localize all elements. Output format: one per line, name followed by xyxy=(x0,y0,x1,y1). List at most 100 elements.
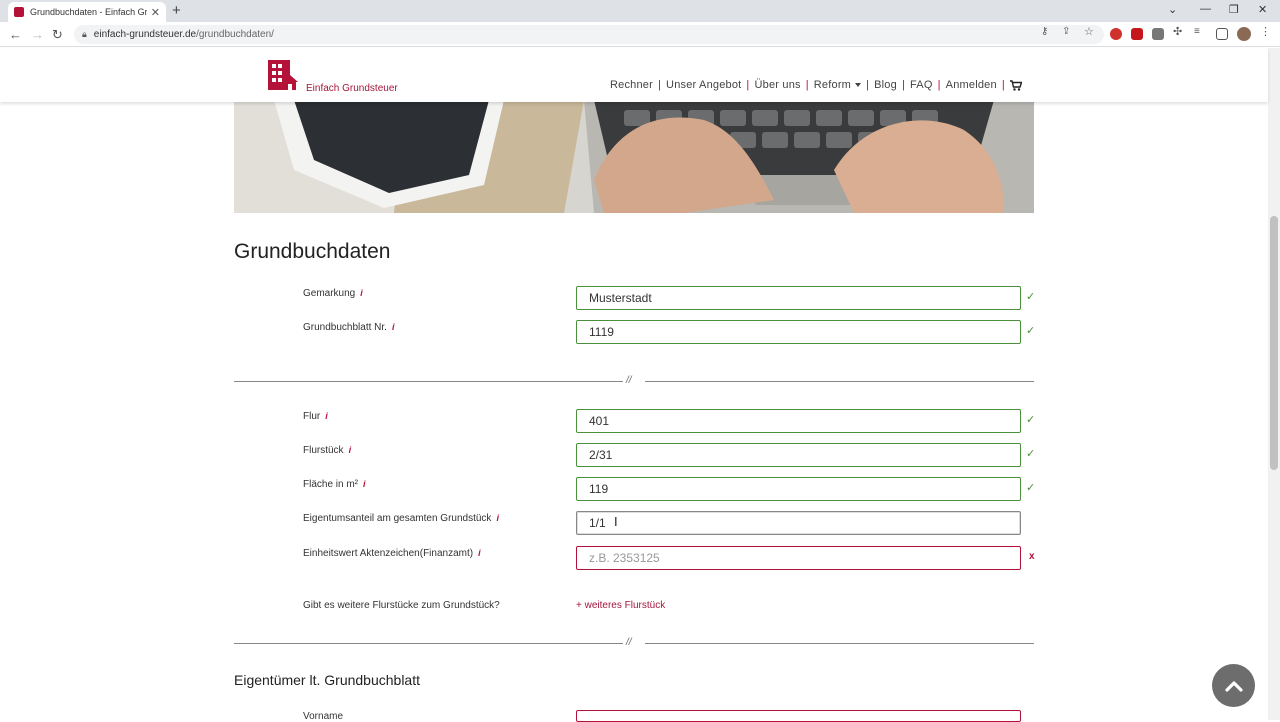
nav-separator: | xyxy=(746,79,750,91)
nav-unser-angebot[interactable]: Unser Angebot xyxy=(666,79,741,91)
hero-image xyxy=(234,100,1034,213)
url-path: /grundbuchdaten/ xyxy=(196,29,274,40)
nav-anmelden[interactable]: Anmelden xyxy=(946,79,997,91)
nav-blog[interactable]: Blog xyxy=(874,79,897,91)
gemarkung-label: Gemarkung i xyxy=(303,288,363,299)
tab-title: Grundbuchdaten - Einfach Grund xyxy=(30,7,147,17)
chevron-up-icon xyxy=(1224,680,1243,692)
valid-check-icon: ✓ xyxy=(1026,291,1036,303)
url-host: einfach-grundsteuer.de xyxy=(93,29,197,40)
logo-building-icon[interactable] xyxy=(268,60,298,93)
more-flurstuecke-question: Gibt es weitere Flurstücke zum Grundstüc… xyxy=(303,600,500,611)
text-cursor-icon: I xyxy=(614,514,618,529)
restore-icon[interactable]: ❐ xyxy=(1229,3,1239,16)
grundbuchblatt-label-text: Grundbuchblatt Nr. xyxy=(303,322,387,333)
vorname-label: Vorname xyxy=(303,711,344,722)
bookmark-star-icon[interactable]: ☆ xyxy=(1084,25,1096,38)
eigentumsanteil-label: Eigentumsanteil am gesamten Grundstück i xyxy=(303,513,499,524)
flurstueck-label: Flurstück i xyxy=(303,445,351,456)
browser-tabbar: Grundbuchdaten - Einfach Grund ✕ + ⌄ — ❐… xyxy=(0,0,1280,22)
valid-check-icon: ✓ xyxy=(1026,448,1036,460)
valid-check-icon: ✓ xyxy=(1026,482,1036,494)
nav-rechner[interactable]: Rechner xyxy=(610,79,653,91)
close-tab-icon[interactable]: ✕ xyxy=(151,6,160,19)
new-tab-icon[interactable]: + xyxy=(172,2,181,19)
info-icon[interactable]: i xyxy=(496,513,499,523)
info-icon[interactable]: i xyxy=(363,479,366,489)
menu-dots-icon[interactable]: ⋮ xyxy=(1260,25,1272,38)
minimize-icon[interactable]: — xyxy=(1200,3,1211,15)
nav-separator: | xyxy=(937,79,941,91)
flur-input[interactable] xyxy=(576,409,1021,433)
eigentumsanteil-label-text: Eigentumsanteil am gesamten Grundstück xyxy=(303,513,492,524)
nav-separator: | xyxy=(901,79,905,91)
section-divider: // xyxy=(234,637,1034,648)
close-window-icon[interactable]: ✕ xyxy=(1258,3,1267,16)
divider-mark: // xyxy=(626,375,632,386)
info-icon[interactable]: i xyxy=(349,445,352,455)
profile-avatar[interactable] xyxy=(1237,27,1251,41)
divider-line xyxy=(645,381,1034,382)
grundbuchblatt-label: Grundbuchblatt Nr. i xyxy=(303,322,394,333)
site-header: Einfach Grundsteuer Rechner | Unser Angeb… xyxy=(0,48,1268,102)
einheitswert-label: Einheitswert Aktenzeichen(Finanzamt) i xyxy=(303,548,481,559)
grundbuchblatt-input[interactable] xyxy=(576,320,1021,344)
flaeche-label-text: Fläche in m² xyxy=(303,479,359,490)
reading-list-icon[interactable]: ≡ xyxy=(1194,26,1206,38)
side-panel-icon[interactable] xyxy=(1216,28,1228,40)
nav-reform[interactable]: Reform xyxy=(813,79,862,91)
gemarkung-input[interactable] xyxy=(576,286,1021,310)
reload-icon[interactable]: ↻ xyxy=(52,27,63,43)
eigentumsanteil-input[interactable] xyxy=(576,511,1021,535)
einheitswert-input[interactable] xyxy=(576,546,1021,570)
nav-faq[interactable]: FAQ xyxy=(910,79,933,91)
flurstueck-input[interactable] xyxy=(576,443,1021,467)
flur-label-text: Flur xyxy=(303,411,321,422)
info-icon[interactable]: i xyxy=(325,411,328,421)
nav-ueber-uns[interactable]: Über uns xyxy=(754,79,800,91)
gemarkung-label-text: Gemarkung xyxy=(303,288,356,299)
nav-separator: | xyxy=(866,79,870,91)
cart-icon[interactable] xyxy=(1009,79,1022,91)
page-scrollbar-thumb[interactable] xyxy=(1270,216,1278,470)
add-flurstueck-link[interactable]: + weiteres Flurstück xyxy=(576,600,665,611)
puzzle-extensions-icon[interactable]: ✣ xyxy=(1173,25,1185,38)
info-icon[interactable]: i xyxy=(392,322,395,332)
share-icon[interactable]: ⇪ xyxy=(1062,26,1074,38)
vorname-input[interactable] xyxy=(576,710,1021,722)
divider-line xyxy=(645,643,1034,644)
divider-line xyxy=(234,381,623,382)
extension-s-icon[interactable] xyxy=(1152,28,1164,40)
back-icon[interactable]: ← xyxy=(9,27,22,42)
divider-line xyxy=(234,643,623,644)
nav-separator: | xyxy=(657,79,662,91)
nav-reform-label: Reform xyxy=(813,79,852,91)
key-icon[interactable]: ⚷ xyxy=(1041,26,1053,38)
flaeche-input[interactable] xyxy=(576,477,1021,501)
info-icon[interactable]: i xyxy=(478,548,481,558)
einheitswert-label-text: Einheitswert Aktenzeichen(Finanzamt) xyxy=(303,548,474,559)
flur-label: Flur i xyxy=(303,411,328,422)
page-title: Grundbuchdaten xyxy=(234,240,391,263)
forward-icon[interactable]: → xyxy=(31,27,44,42)
flurstueck-label-text: Flurstück xyxy=(303,445,344,456)
adblock-icon[interactable] xyxy=(1110,28,1122,40)
browser-tab[interactable]: Grundbuchdaten - Einfach Grund ✕ xyxy=(8,2,166,22)
invalid-x-icon: x xyxy=(1029,551,1035,562)
nav-separator: | xyxy=(1001,79,1005,91)
pdf-extension-icon[interactable] xyxy=(1131,28,1143,40)
section-divider: // xyxy=(234,375,1034,386)
logo-text[interactable]: Einfach Grundsteuer xyxy=(306,83,398,94)
valid-check-icon: ✓ xyxy=(1026,325,1036,337)
info-icon[interactable]: i xyxy=(360,288,363,298)
tab-search-icon[interactable]: ⌄ xyxy=(1168,3,1177,16)
valid-check-icon: ✓ xyxy=(1026,414,1036,426)
nav-separator: | xyxy=(805,79,809,91)
browser-toolbar: ← → ↻ 🔒︎ einfach-grundsteuer.de/grundbuc… xyxy=(0,22,1280,47)
divider-mark: // xyxy=(626,637,632,648)
scroll-to-top-button[interactable] xyxy=(1212,664,1255,707)
site-favicon-icon xyxy=(14,7,24,17)
main-nav: Rechner | Unser Angebot | Über uns | Reform… xyxy=(610,79,1022,91)
lock-icon: 🔒︎ xyxy=(82,29,87,39)
address-bar[interactable]: 🔒︎ einfach-grundsteuer.de/grundbuchdaten… xyxy=(74,25,1104,44)
